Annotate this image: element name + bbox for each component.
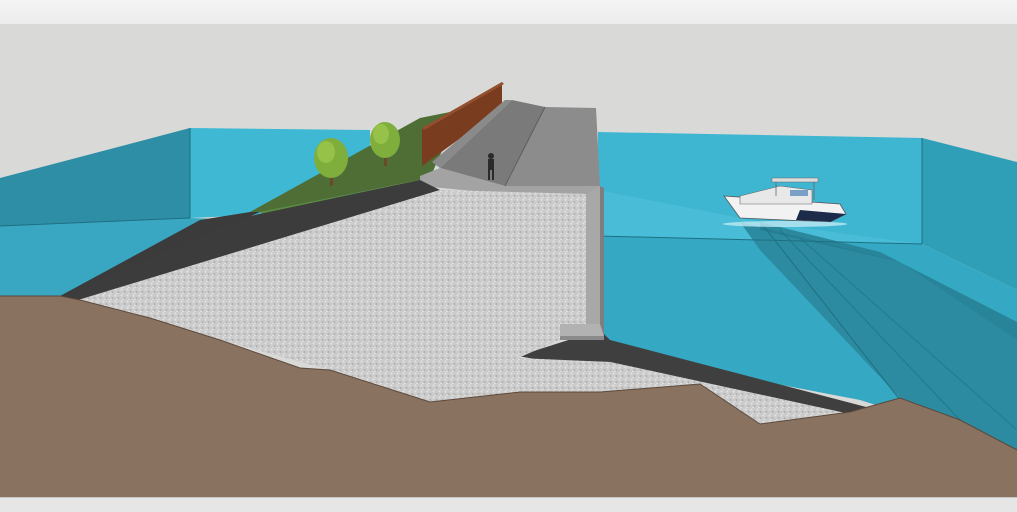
modeling-viewport[interactable] [0, 0, 1017, 512]
status-bar [0, 497, 1017, 512]
3d-scene[interactable] [0, 0, 1017, 512]
